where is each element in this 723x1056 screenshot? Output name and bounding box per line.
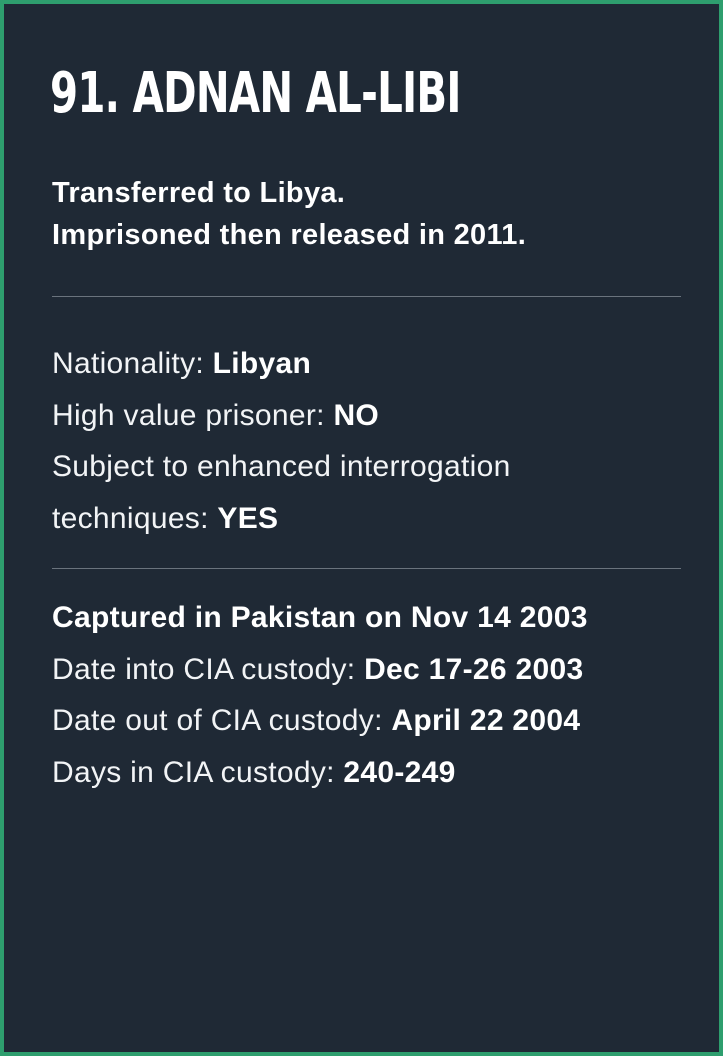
- techniques-value: YES: [217, 501, 279, 535]
- enhanced-interrogation-row: Subject to enhanced interrogation: [52, 441, 511, 493]
- days-in-custody-label: Days in CIA custody:: [52, 755, 344, 789]
- summary-line-release: Imprisoned then released in 2011.: [52, 219, 527, 251]
- date-into-custody-row: Date into CIA custody: Dec 17-26 2003: [52, 644, 588, 696]
- date-into-custody-value: Dec 17-26 2003: [364, 652, 584, 686]
- divider: [52, 296, 681, 297]
- divider: [52, 568, 681, 569]
- high-value-row: High value prisoner: NO: [52, 390, 511, 442]
- high-value-label: High value prisoner:: [52, 398, 334, 432]
- nationality-label: Nationality:: [52, 347, 213, 380]
- date-out-custody-label: Date out of CIA custody:: [52, 704, 392, 737]
- date-out-custody-row: Date out of CIA custody: April 22 2004: [52, 695, 588, 747]
- techniques-label: techniques:: [52, 501, 218, 535]
- techniques-row: techniques: YES: [52, 493, 511, 545]
- custody-details: Captured in Pakistan on Nov 14 2003 Date…: [52, 592, 588, 798]
- captured-row: Captured in Pakistan on Nov 14 2003: [52, 601, 588, 634]
- nationality-value: Libyan: [212, 347, 312, 380]
- date-into-custody-label: Date into CIA custody:: [52, 652, 365, 686]
- enhanced-interrogation-label: Subject to enhanced interrogation: [52, 450, 511, 483]
- prisoner-summary: Transferred to Libya. Imprisoned then re…: [52, 172, 526, 256]
- summary-line-transfer: Transferred to Libya.: [52, 177, 346, 209]
- date-out-custody-value: April 22 2004: [391, 704, 581, 737]
- days-in-custody-value: 240-249: [343, 755, 456, 789]
- prisoner-card: 91. ADNAN AL-LIBI Transferred to Libya. …: [0, 0, 723, 1056]
- high-value-value: NO: [333, 398, 380, 432]
- prisoner-details: Nationality: Libyan High value prisoner:…: [52, 338, 511, 544]
- nationality-row: Nationality: Libyan: [52, 338, 511, 390]
- days-in-custody-row: Days in CIA custody: 240-249: [52, 747, 588, 799]
- prisoner-title: 91. ADNAN AL-LIBI: [50, 61, 461, 126]
